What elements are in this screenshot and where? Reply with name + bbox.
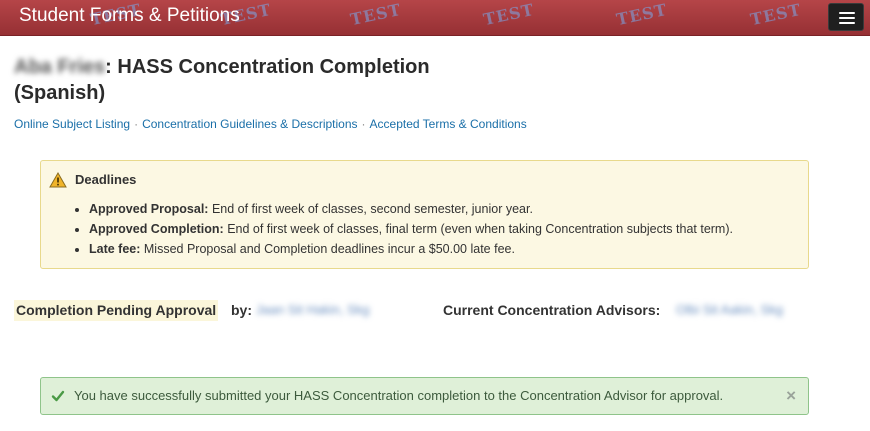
deadline-text: End of first week of classes, second sem… bbox=[208, 202, 533, 216]
test-watermark: TEST bbox=[748, 0, 803, 30]
top-navbar: Student Forms & Petitions TEST TEST TEST… bbox=[0, 0, 870, 36]
redacted-student-name: Aba Fries bbox=[14, 56, 106, 78]
redacted-submitter: Jaan Sit Hakin, Skg bbox=[256, 302, 370, 317]
by-label: by: bbox=[231, 302, 252, 318]
deadlines-heading: Deadlines bbox=[75, 172, 137, 187]
deadline-item-completion: Approved Completion: End of first week o… bbox=[89, 219, 733, 239]
deadline-item-proposal: Approved Proposal: End of first week of … bbox=[89, 199, 733, 219]
link-accepted-terms[interactable]: Accepted Terms & Conditions bbox=[370, 117, 527, 131]
deadline-label: Approved Completion: bbox=[89, 222, 224, 236]
page-title-line2: (Spanish) bbox=[14, 82, 106, 104]
link-concentration-guidelines[interactable]: Concentration Guidelines & Descriptions bbox=[142, 117, 357, 131]
deadline-text: End of first week of classes, final term… bbox=[223, 222, 733, 236]
success-alert: You have successfully submitted your HAS… bbox=[40, 377, 809, 415]
success-message: You have successfully submitted your HAS… bbox=[74, 388, 724, 403]
check-icon bbox=[51, 390, 65, 402]
link-separator: · bbox=[361, 117, 366, 131]
test-watermark: TEST bbox=[614, 0, 669, 30]
link-online-subject-listing[interactable]: Online Subject Listing bbox=[14, 117, 130, 131]
brand-title[interactable]: Student Forms & Petitions bbox=[19, 5, 240, 27]
deadline-text: Missed Proposal and Completion deadlines… bbox=[140, 242, 515, 256]
advisors-label: Current Concentration Advisors: bbox=[443, 302, 661, 318]
status-badge: Completion Pending Approval bbox=[14, 300, 219, 321]
redacted-advisors: Olbi Sit Aakin, Skg bbox=[676, 302, 783, 317]
resource-links: Online Subject Listing · Concentration Gui… bbox=[14, 117, 527, 131]
deadlines-alert: Deadlines Approved Proposal: End of firs… bbox=[40, 160, 809, 269]
close-icon[interactable]: × bbox=[786, 386, 796, 406]
page-title: Aba Fries: HASS Concentration Completion… bbox=[14, 54, 484, 106]
deadline-label: Approved Proposal: bbox=[89, 202, 209, 216]
deadline-item-late-fee: Late fee: Missed Proposal and Completion… bbox=[89, 239, 733, 259]
page-title-text: : HASS Concentration Completion bbox=[105, 56, 430, 78]
deadline-label: Late fee: bbox=[89, 242, 141, 256]
warning-icon bbox=[49, 172, 67, 188]
menu-toggle-button[interactable] bbox=[828, 3, 864, 31]
link-separator: · bbox=[134, 117, 139, 131]
test-watermark: TEST bbox=[481, 0, 536, 30]
deadlines-list: Approved Proposal: End of first week of … bbox=[71, 199, 733, 259]
test-watermark: TEST bbox=[348, 0, 403, 30]
